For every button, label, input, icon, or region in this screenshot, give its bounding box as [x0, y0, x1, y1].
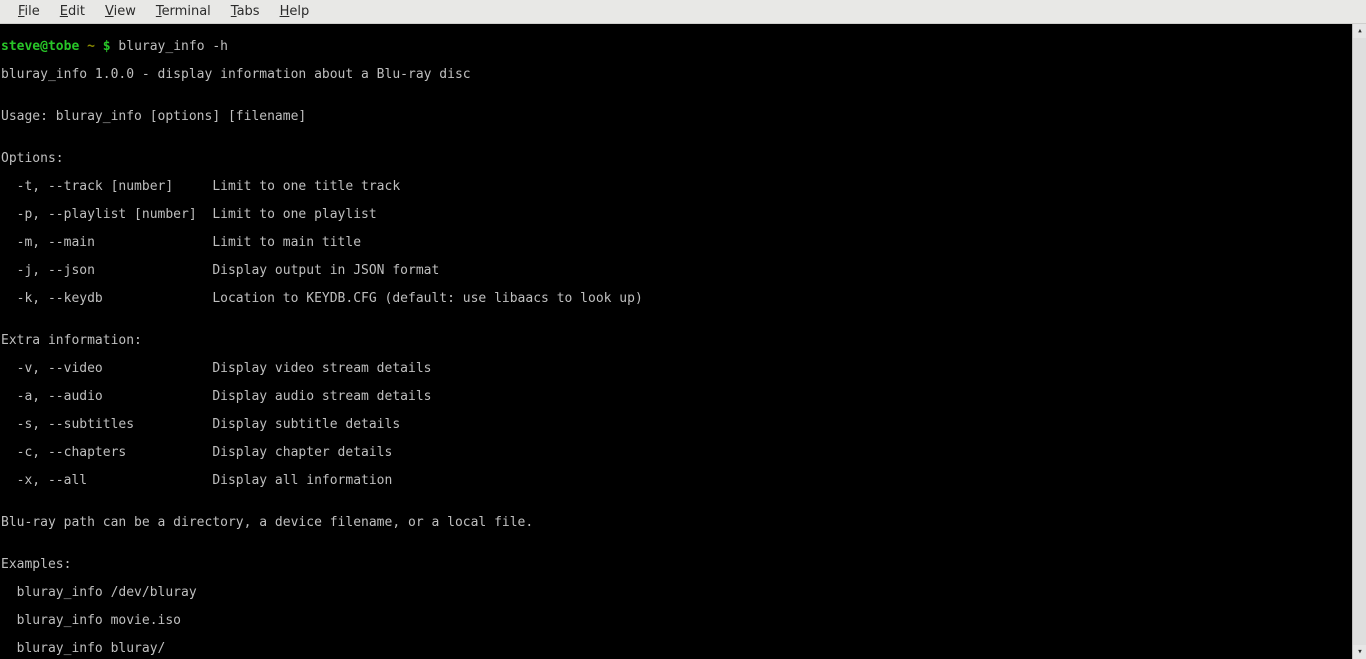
output-line: -t, --track [number] Limit to one title …: [1, 180, 1351, 194]
menu-tabs-label: abs: [237, 4, 260, 19]
prompt-path: ~: [87, 39, 95, 54]
menu-file-label: ile: [25, 4, 40, 19]
prompt-line-1: steve@tobe ~ $ bluray_info -h: [1, 40, 1351, 54]
output-line: -p, --playlist [number] Limit to one pla…: [1, 208, 1351, 222]
output-line: -m, --main Limit to main title: [1, 236, 1351, 250]
output-line: bluray_info bluray/: [1, 642, 1351, 656]
output-line: Extra information:: [1, 334, 1351, 348]
scroll-down-icon[interactable]: ▾: [1353, 645, 1366, 659]
output-line: Blu-ray path can be a directory, a devic…: [1, 516, 1351, 530]
vertical-scrollbar[interactable]: ▴ ▾: [1352, 24, 1366, 659]
prompt-dollar: $: [95, 39, 118, 54]
menu-edit-label: dit: [68, 4, 85, 19]
output-line: -x, --all Display all information: [1, 474, 1351, 488]
output-line: bluray_info 1.0.0 - display information …: [1, 68, 1351, 82]
output-line: Usage: bluray_info [options] [filename]: [1, 110, 1351, 124]
terminal-output[interactable]: steve@tobe ~ $ bluray_info -h bluray_inf…: [0, 24, 1352, 659]
menu-help-label: elp: [289, 4, 309, 19]
output-line: -j, --json Display output in JSON format: [1, 264, 1351, 278]
scroll-up-icon[interactable]: ▴: [1353, 24, 1366, 38]
menu-tabs[interactable]: Tabs: [221, 2, 270, 21]
menu-help[interactable]: Help: [270, 2, 320, 21]
command-text: bluray_info -h: [118, 39, 228, 54]
menu-edit[interactable]: Edit: [50, 2, 95, 21]
output-line: -s, --subtitles Display subtitle details: [1, 418, 1351, 432]
prompt-userhost: steve@tobe: [1, 39, 79, 54]
menubar: File Edit View Terminal Tabs Help: [0, 0, 1366, 24]
output-line: bluray_info movie.iso: [1, 614, 1351, 628]
output-line: -c, --chapters Display chapter details: [1, 446, 1351, 460]
output-line: bluray_info /dev/bluray: [1, 586, 1351, 600]
menu-terminal-label: erminal: [162, 4, 211, 19]
menu-view-label: iew: [114, 4, 136, 19]
output-line: -v, --video Display video stream details: [1, 362, 1351, 376]
output-line: Options:: [1, 152, 1351, 166]
output-line: -k, --keydb Location to KEYDB.CFG (defau…: [1, 292, 1351, 306]
menu-terminal[interactable]: Terminal: [146, 2, 221, 21]
output-line: Examples:: [1, 558, 1351, 572]
menu-file[interactable]: File: [8, 2, 50, 21]
menu-view[interactable]: View: [95, 2, 146, 21]
output-line: -a, --audio Display audio stream details: [1, 390, 1351, 404]
